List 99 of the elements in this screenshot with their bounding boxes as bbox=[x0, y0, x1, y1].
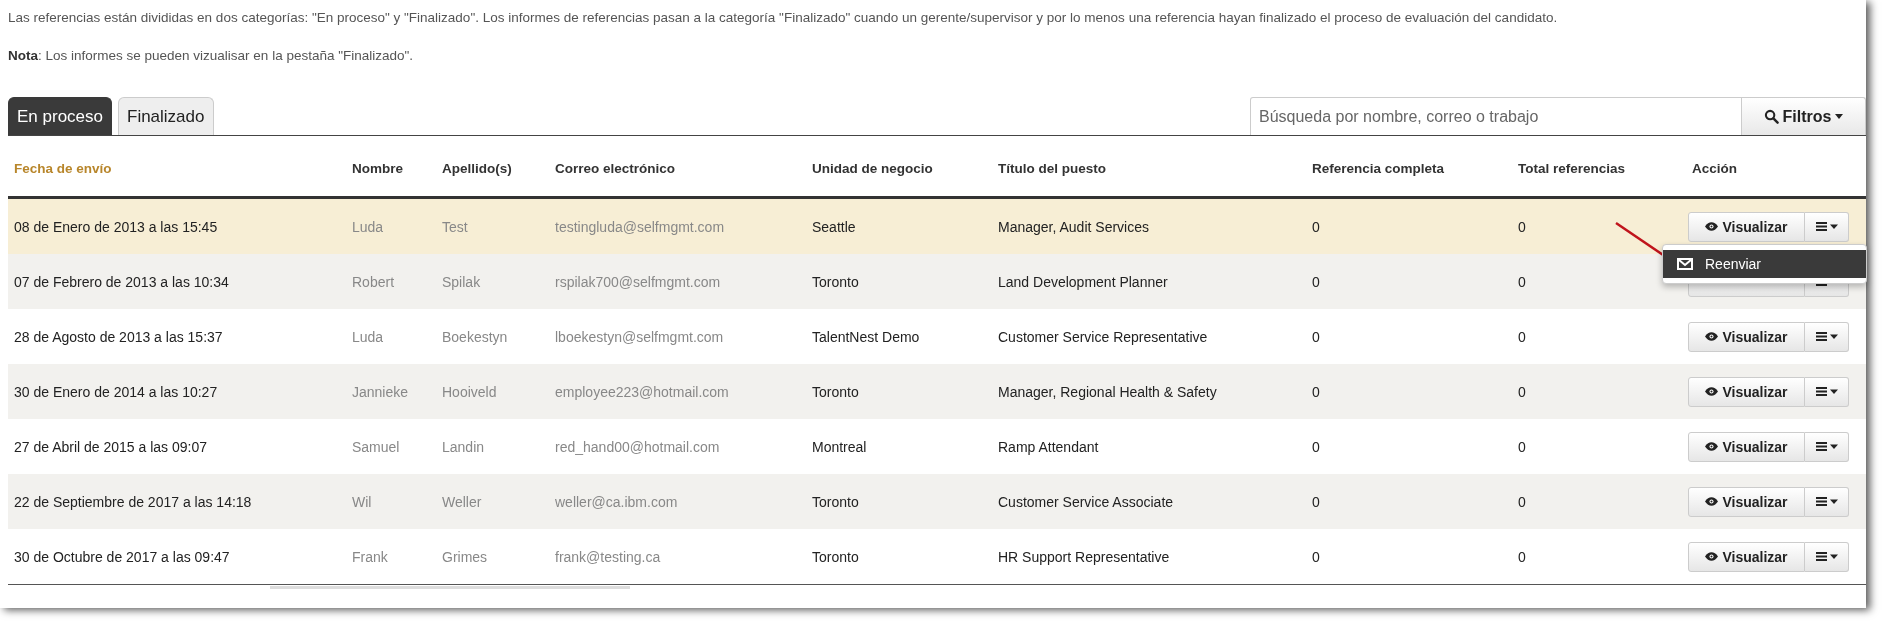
table-cell: lboekestyn@selfmgmt.com bbox=[555, 328, 724, 345]
table-cell: Samuel bbox=[352, 438, 400, 455]
table-cell: Luda bbox=[352, 218, 384, 235]
table-cell: Customer Service Associate bbox=[998, 493, 1174, 510]
table-cell: Land Development Planner bbox=[998, 273, 1168, 290]
view-button[interactable]: Visualizar bbox=[1688, 376, 1805, 407]
menu-button[interactable] bbox=[1805, 486, 1849, 517]
eye-icon bbox=[1705, 387, 1719, 396]
table-cell: TalentNest Demo bbox=[812, 328, 920, 345]
caret-icon bbox=[1835, 114, 1844, 119]
table-cell: 0 bbox=[1518, 218, 1526, 235]
table-cell: red_hand00@hotmail.com bbox=[555, 438, 720, 455]
table-cell: Grimes bbox=[442, 548, 488, 565]
table-cell: Toronto bbox=[812, 383, 859, 400]
table-cell: 0 bbox=[1312, 328, 1320, 345]
table-cell: 0 bbox=[1312, 438, 1320, 455]
eye-icon bbox=[1705, 222, 1719, 231]
menu-caret-icon bbox=[1815, 222, 1838, 231]
menu-caret-icon bbox=[1815, 442, 1838, 451]
filter-button[interactable]: Filtros bbox=[1742, 97, 1866, 135]
menu-button[interactable] bbox=[1805, 431, 1849, 462]
table-cell: 0 bbox=[1312, 218, 1320, 235]
scrollbar[interactable] bbox=[270, 586, 630, 589]
table-cell: 0 bbox=[1518, 548, 1526, 565]
table-cell: Manager, Audit Services bbox=[998, 218, 1149, 235]
menu-caret-icon bbox=[1815, 332, 1838, 341]
table-cell: 30 de Octubre de 2017 a las 09:47 bbox=[14, 548, 230, 565]
table-cell: Seattle bbox=[812, 218, 856, 235]
table-cell: 0 bbox=[1312, 493, 1320, 510]
menu-caret-icon bbox=[1815, 497, 1838, 506]
menu-button[interactable] bbox=[1805, 211, 1849, 242]
envelope-icon bbox=[1677, 258, 1693, 270]
table-cell: HR Support Representative bbox=[998, 548, 1170, 565]
table-cell: 0 bbox=[1518, 438, 1526, 455]
table-cell: frank@testing.ca bbox=[555, 548, 661, 565]
table-cell: 30 de Enero de 2014 a las 10:27 bbox=[14, 383, 218, 400]
table-cell: Toronto bbox=[812, 273, 859, 290]
tab[interactable]: En proceso bbox=[8, 97, 112, 135]
table-cell: 0 bbox=[1312, 548, 1320, 565]
table-cell: Landin bbox=[442, 438, 485, 455]
table-cell: 0 bbox=[1518, 273, 1526, 290]
view-button[interactable]: Visualizar bbox=[1688, 541, 1805, 572]
table-cell: Manager, Regional Health & Safety bbox=[998, 383, 1217, 400]
table-cell: Montreal bbox=[812, 438, 867, 455]
note-text: Nota: Los informes se pueden vizualisar en la pestaña "Finalizado". bbox=[8, 48, 415, 63]
table-cell: Wil bbox=[352, 493, 372, 510]
table-cell: Weller bbox=[442, 493, 482, 510]
column-header[interactable]: Unidad de negocio bbox=[812, 161, 933, 176]
column-header[interactable]: Correo electrónico bbox=[555, 161, 676, 176]
menu-item[interactable]: Reenviar bbox=[1663, 250, 1866, 278]
column-header[interactable]: Apellido(s) bbox=[442, 161, 512, 176]
table-cell: Test bbox=[442, 218, 468, 235]
table-cell: 0 bbox=[1312, 273, 1320, 290]
tab[interactable]: Finalizado bbox=[118, 97, 214, 135]
table-cell: 28 de Agosto de 2013 a las 15:37 bbox=[14, 328, 223, 345]
table-cell: Ramp Attendant bbox=[998, 438, 1099, 455]
table-cell: Toronto bbox=[812, 548, 859, 565]
table-cell: testingluda@selfmgmt.com bbox=[555, 218, 725, 235]
table-cell: Hooiveld bbox=[442, 383, 497, 400]
table-cell: Boekestyn bbox=[442, 328, 508, 345]
table-cell: Customer Service Representative bbox=[998, 328, 1208, 345]
search-icon bbox=[1763, 109, 1779, 124]
table-cell: employee223@hotmail.com bbox=[555, 383, 729, 400]
column-header[interactable]: Nombre bbox=[352, 161, 403, 176]
view-button[interactable]: Visualizar bbox=[1688, 211, 1805, 242]
table-cell: weller@ca.ibm.com bbox=[555, 493, 678, 510]
table-cell: 0 bbox=[1518, 383, 1526, 400]
menu-caret-icon bbox=[1815, 387, 1838, 396]
table-cell: Toronto bbox=[812, 493, 859, 510]
search-field[interactable]: Búsqueda por nombre, correo o trabajo bbox=[1250, 97, 1742, 135]
eye-icon bbox=[1705, 442, 1719, 451]
column-header[interactable]: Referencia completa bbox=[1312, 161, 1445, 176]
eye-icon bbox=[1705, 332, 1719, 341]
table-cell: Jannieke bbox=[352, 383, 409, 400]
table-cell: Spilak bbox=[442, 273, 481, 290]
table-cell: Luda bbox=[352, 328, 384, 345]
view-button[interactable]: Visualizar bbox=[1688, 486, 1805, 517]
menu-button[interactable] bbox=[1805, 376, 1849, 407]
table-cell: 22 de Septiembre de 2017 a las 14:18 bbox=[14, 493, 252, 510]
eye-icon bbox=[1705, 497, 1719, 506]
table-cell: 0 bbox=[1518, 493, 1526, 510]
table-cell: Frank bbox=[352, 548, 388, 565]
table-cell: 0 bbox=[1312, 383, 1320, 400]
view-button[interactable]: Visualizar bbox=[1688, 321, 1805, 352]
eye-icon bbox=[1705, 552, 1719, 561]
column-header[interactable]: Acción bbox=[1692, 161, 1737, 176]
menu-button[interactable] bbox=[1805, 321, 1849, 352]
view-button[interactable]: Visualizar bbox=[1688, 431, 1805, 462]
column-header[interactable]: Título del puesto bbox=[998, 161, 1106, 176]
table-cell: Robert bbox=[352, 273, 395, 290]
table-cell: rspilak700@selfmgmt.com bbox=[555, 273, 721, 290]
table-cell: 27 de Abril de 2015 a las 09:07 bbox=[14, 438, 208, 455]
intro-text: Las referencias están divididas en dos categorías: "En proceso" y "Finalizado". Los informes de referencias pasan a la categoría "Finalizado" cuando un gerente/supervisor y por lo menos una referencia hayan finalizado el proceso de evaluación del candidato. bbox=[8, 10, 1559, 25]
table-cell: 07 de Febrero de 2013 a las 10:34 bbox=[14, 273, 229, 290]
menu-button[interactable] bbox=[1805, 541, 1849, 572]
column-header[interactable]: Total referencias bbox=[1518, 161, 1626, 176]
table-cell: 08 de Enero de 2013 a las 15:45 bbox=[14, 218, 218, 235]
menu-caret-icon bbox=[1815, 552, 1838, 561]
table-cell: 0 bbox=[1518, 328, 1526, 345]
